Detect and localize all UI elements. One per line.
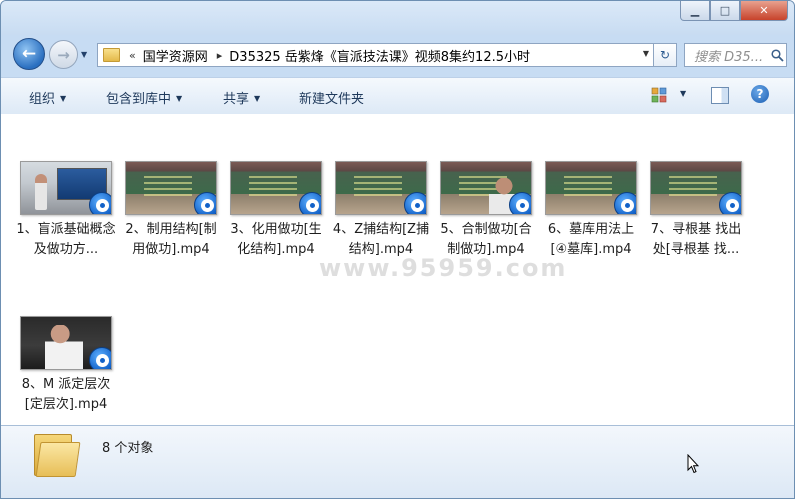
chalkboard-image	[144, 176, 192, 198]
new-folder-button[interactable]: 新建文件夹	[299, 88, 364, 107]
refresh-button[interactable]: ↻	[653, 43, 677, 67]
video-thumbnail	[440, 161, 532, 215]
command-bar: 组织 ▼ 包含到库中 ▼ 共享 ▼ 新建文件夹 ▼ ?	[1, 77, 794, 115]
video-thumbnail	[230, 161, 322, 215]
video-player-icon	[404, 192, 426, 214]
search-box[interactable]: 搜索 D35...	[684, 43, 787, 67]
video-player-icon	[509, 192, 531, 214]
video-thumbnail	[125, 161, 217, 215]
video-player-icon	[194, 192, 216, 214]
breadcrumb-item-root[interactable]: 国学资源网	[143, 46, 208, 65]
file-item-6[interactable]: 6、墓库用法上[④墓库].mp4	[541, 161, 641, 260]
video-thumbnail	[20, 161, 112, 215]
file-item-2[interactable]: 2、制用结构[制用做功].mp4	[121, 161, 221, 260]
chevron-down-icon: ▼	[60, 94, 67, 103]
address-dropdown[interactable]: ▼	[643, 49, 649, 58]
refresh-icon: ↻	[659, 48, 671, 62]
forward-button[interactable]: →	[49, 40, 78, 69]
mouse-cursor-icon	[687, 454, 699, 474]
breadcrumb-separator-icon[interactable]: ▸	[217, 49, 223, 62]
chalkboard-image	[249, 176, 297, 198]
item-count: 8 个对象	[102, 441, 154, 456]
file-name: 4、Z捕结构[Z捕结构].mp4	[332, 222, 430, 257]
folder-icon	[103, 48, 120, 62]
folder-icon	[34, 434, 81, 477]
chevron-down-icon: ▼	[176, 94, 183, 103]
video-player-icon	[89, 347, 111, 369]
file-name: 8、M 派定层次[定层次].mp4	[21, 377, 111, 412]
video-player-icon	[299, 192, 321, 214]
video-thumbnail	[650, 161, 742, 215]
file-item-4[interactable]: 4、Z捕结构[Z捕结构].mp4	[331, 161, 431, 260]
include-in-library-label: 包含到库中	[106, 92, 172, 107]
video-thumbnail	[545, 161, 637, 215]
window-controls: ▁ □ ✕	[680, 1, 788, 21]
breadcrumb-overflow[interactable]: «	[129, 49, 136, 62]
minimize-button[interactable]: ▁	[680, 1, 710, 21]
address-bar[interactable]: « 国学资源网 ▸ D35325 岳紫烽《盲派技法课》视频8集约12.5小时 ▼	[97, 43, 654, 67]
new-folder-label: 新建文件夹	[299, 92, 365, 107]
video-player-icon	[719, 192, 741, 214]
presenter-image	[45, 325, 83, 369]
file-name: 7、寻根基 找出处[寻根基 找...	[650, 222, 742, 257]
chevron-down-icon: ▼	[254, 94, 261, 103]
back-button[interactable]: ←	[13, 38, 45, 70]
forward-arrow-icon: →	[57, 45, 70, 64]
back-arrow-icon: ←	[21, 44, 37, 64]
chalkboard-image	[669, 176, 717, 198]
file-item-3[interactable]: 3、化用做功[生化结构].mp4	[226, 161, 326, 260]
maximize-button[interactable]: □	[710, 1, 740, 21]
breadcrumb-item-current[interactable]: D35325 岳紫烽《盲派技法课》视频8集约12.5小时	[229, 46, 530, 65]
file-name: 5、合制做功[合制做功].mp4	[440, 222, 532, 257]
file-name: 6、墓库用法上[④墓库].mp4	[547, 222, 635, 257]
organize-label: 组织	[29, 92, 56, 107]
recent-pages-dropdown[interactable]: ▼	[81, 50, 87, 59]
preview-pane-icon[interactable]	[711, 87, 729, 104]
title-bar: ▁ □ ✕	[1, 1, 794, 35]
navigation-row: ← → ▼ « 国学资源网 ▸ D35325 岳紫烽《盲派技法课》视频8集约12…	[1, 35, 794, 73]
video-player-icon	[89, 192, 111, 214]
include-in-library-menu[interactable]: 包含到库中 ▼	[106, 88, 182, 107]
chalkboard-image	[354, 176, 402, 198]
video-thumbnail	[20, 316, 112, 370]
search-input[interactable]: 搜索 D35...	[694, 46, 768, 65]
file-item-5[interactable]: 5、合制做功[合制做功].mp4	[436, 161, 536, 260]
file-name: 1、盲派基础概念及做功方...	[16, 222, 116, 257]
video-thumbnail	[335, 161, 427, 215]
file-list[interactable]: www.95959.com 1、盲派基础概念及做功方... 2、制用结构[制用做…	[1, 114, 794, 425]
file-item-1[interactable]: 1、盲派基础概念及做功方...	[16, 161, 116, 260]
file-name: 2、制用结构[制用做功].mp4	[125, 222, 217, 257]
presenter-image	[35, 174, 47, 210]
search-icon[interactable]	[768, 48, 786, 62]
details-pane: 8 个对象	[1, 425, 794, 498]
close-button[interactable]: ✕	[740, 1, 788, 21]
video-player-icon	[614, 192, 636, 214]
explorer-window: ▁ □ ✕ ← → ▼ « 国学资源网 ▸ D35325 岳紫烽《盲派技法课》视…	[0, 0, 795, 499]
file-item-8[interactable]: 8、M 派定层次[定层次].mp4	[16, 316, 116, 415]
file-name: 3、化用做功[生化结构].mp4	[230, 222, 322, 257]
help-icon[interactable]: ?	[751, 85, 769, 103]
view-options-icon[interactable]	[651, 87, 667, 103]
share-menu[interactable]: 共享 ▼	[223, 88, 260, 107]
chalkboard-image	[564, 176, 612, 198]
share-label: 共享	[223, 92, 250, 107]
file-item-7[interactable]: 7、寻根基 找出处[寻根基 找...	[646, 161, 746, 260]
view-options-dropdown[interactable]: ▼	[680, 89, 686, 98]
organize-menu[interactable]: 组织 ▼	[29, 88, 66, 107]
